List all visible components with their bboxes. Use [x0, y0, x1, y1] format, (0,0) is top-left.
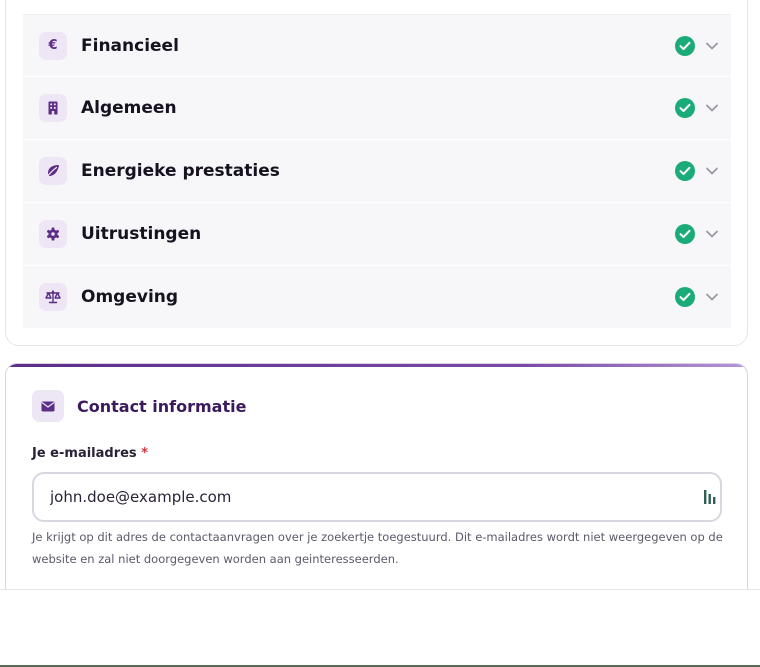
accordion-item-financieel[interactable]: € Financieel: [23, 14, 731, 76]
property-details-card: € Financieel Algemeen Energieke prestati…: [5, 0, 748, 346]
accordion-item-label: Financieel: [81, 35, 179, 56]
chevron-down-icon[interactable]: [705, 41, 719, 51]
email-field-label: Je e-mailadres *: [32, 446, 148, 461]
chevron-down-icon[interactable]: [705, 292, 719, 302]
accordion-item-label: Algemeen: [81, 98, 177, 118]
check-circle-icon: [675, 98, 695, 118]
building-icon: [39, 94, 67, 122]
accordion-item-label: Energieke prestaties: [81, 161, 280, 181]
chevron-down-icon[interactable]: [705, 166, 719, 176]
leaf-icon: [39, 157, 67, 185]
check-circle-icon: [675, 287, 695, 307]
accordion-item-omgeving[interactable]: Omgeving: [23, 266, 731, 328]
card-accent-bar: [6, 364, 747, 367]
chevron-down-icon[interactable]: [705, 229, 719, 239]
check-circle-icon: [675, 224, 695, 244]
email-field[interactable]: [32, 472, 722, 522]
accordion-item-energieke-prestaties[interactable]: Energieke prestaties: [23, 140, 731, 202]
bottom-panel: [0, 589, 760, 667]
accordion-item-algemeen[interactable]: Algemeen: [23, 77, 731, 139]
password-manager-icon[interactable]: [703, 489, 717, 505]
envelope-icon: [32, 390, 64, 422]
accordion-item-label: Omgeving: [81, 287, 179, 307]
accordion-item-label: Uitrustingen: [81, 224, 202, 244]
gear-icon: [39, 220, 67, 248]
check-circle-icon: [675, 161, 695, 181]
euro-icon: €: [39, 31, 67, 60]
check-circle-icon: [675, 35, 695, 56]
email-help-text: Je krijgt op dit adres de contactaanvrag…: [32, 530, 723, 566]
chevron-down-icon[interactable]: [705, 103, 719, 113]
required-marker: *: [141, 446, 149, 461]
scale-icon: [39, 283, 67, 311]
accordion-list: € Financieel Algemeen Energieke prestati…: [23, 14, 731, 329]
email-label-text: Je e-mailadres: [32, 446, 137, 461]
accordion-item-uitrustingen[interactable]: Uitrustingen: [23, 203, 731, 265]
section-title: Contact informatie: [77, 397, 247, 416]
